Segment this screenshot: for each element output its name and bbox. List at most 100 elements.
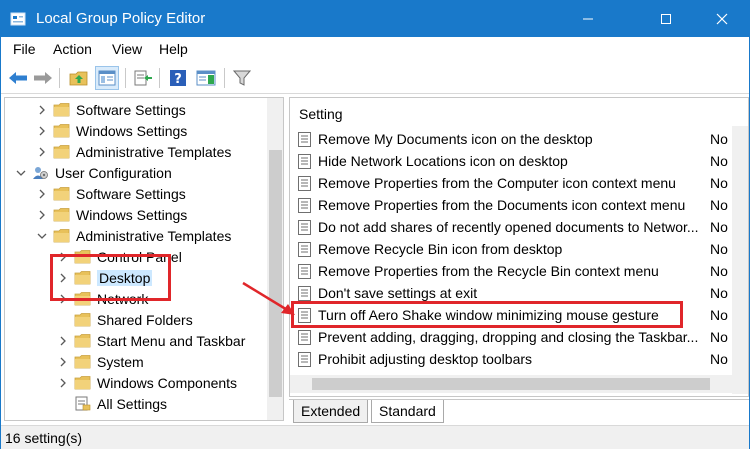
menu-view[interactable]: View bbox=[112, 41, 142, 57]
show-pane-button[interactable] bbox=[194, 66, 218, 90]
minimize-icon bbox=[583, 18, 593, 20]
minimize-button[interactable] bbox=[565, 1, 611, 37]
folder-icon bbox=[74, 355, 91, 369]
chevron-right-icon[interactable] bbox=[36, 209, 48, 221]
toolbar-separator bbox=[159, 68, 160, 88]
tree-item[interactable]: Administrative Templates bbox=[5, 142, 267, 163]
setting-row[interactable]: Do not add shares of recently opened doc… bbox=[290, 216, 748, 238]
title-bar: Local Group Policy Editor bbox=[1, 1, 749, 37]
folder-icon bbox=[53, 145, 70, 159]
tab-extended[interactable]: Extended bbox=[293, 400, 369, 423]
menu-bar: File Action View Help bbox=[1, 37, 749, 61]
window-title: Local Group Policy Editor bbox=[36, 10, 206, 27]
tree-item[interactable]: Windows Settings bbox=[5, 121, 267, 142]
policy-setting-icon bbox=[298, 330, 311, 345]
chevron-right-icon[interactable] bbox=[57, 377, 69, 389]
tree-item[interactable]: Administrative Templates bbox=[5, 226, 267, 247]
show-hide-tree-button[interactable] bbox=[95, 66, 119, 90]
toolbar: ? bbox=[1, 62, 749, 94]
setting-highlight-box bbox=[291, 301, 683, 328]
tree-item-label: System bbox=[97, 354, 144, 370]
setting-state: No bbox=[710, 263, 728, 279]
setting-row[interactable]: Remove My Documents icon on the desktop N… bbox=[290, 128, 748, 150]
setting-row[interactable]: Prevent adding, dragging, dropping and c… bbox=[290, 326, 748, 348]
tree-item[interactable]: User Configuration bbox=[5, 163, 267, 184]
policy-setting-icon bbox=[298, 286, 311, 301]
tree-scroll-thumb[interactable] bbox=[269, 150, 282, 397]
setting-row[interactable]: Remove Properties from the Documents ico… bbox=[290, 194, 748, 216]
tree-item-label: Administrative Templates bbox=[76, 144, 232, 160]
list-horizontal-scrollbar[interactable] bbox=[290, 375, 732, 393]
setting-name: Prohibit adjusting desktop toolbars bbox=[318, 351, 533, 367]
setting-row[interactable]: Prohibit adjusting desktop toolbars No bbox=[290, 348, 748, 370]
user-configuration-icon bbox=[33, 167, 48, 179]
filter-button[interactable] bbox=[230, 66, 254, 90]
tree-item[interactable]: Shared Folders bbox=[5, 310, 267, 331]
list-vertical-scrollbar[interactable] bbox=[732, 126, 748, 394]
group-policy-app-icon bbox=[10, 12, 26, 26]
folder-icon bbox=[53, 103, 70, 117]
close-icon bbox=[716, 13, 728, 25]
forward-button[interactable] bbox=[31, 66, 55, 90]
view-tabs: Extended Standard bbox=[289, 399, 749, 423]
tree-item-label: Windows Settings bbox=[76, 207, 188, 223]
help-icon: ? bbox=[170, 70, 186, 87]
back-button[interactable] bbox=[6, 66, 30, 90]
tree-vertical-scrollbar[interactable] bbox=[267, 98, 283, 420]
chevron-right-icon[interactable] bbox=[36, 125, 48, 137]
column-header-setting[interactable]: Setting bbox=[299, 106, 343, 122]
setting-state: No bbox=[710, 131, 728, 147]
policy-setting-icon bbox=[298, 198, 311, 213]
help-button[interactable]: ? bbox=[166, 66, 190, 90]
up-one-level-button[interactable] bbox=[67, 66, 91, 90]
tree-item[interactable]: System bbox=[5, 352, 267, 373]
close-button[interactable] bbox=[699, 1, 745, 37]
show-hide-tree-icon bbox=[98, 70, 116, 86]
setting-row[interactable]: Remove Properties from the Computer icon… bbox=[290, 172, 748, 194]
forward-arrow-icon bbox=[34, 72, 52, 84]
setting-row[interactable]: Remove Properties from the Recycle Bin c… bbox=[290, 260, 748, 282]
setting-state: No bbox=[710, 197, 728, 213]
chevron-right-icon[interactable] bbox=[36, 188, 48, 200]
chevron-down-icon[interactable] bbox=[36, 230, 48, 242]
chevron-right-icon[interactable] bbox=[36, 146, 48, 158]
tree-item-label: Shared Folders bbox=[97, 312, 193, 328]
tree-item[interactable]: Software Settings bbox=[5, 184, 267, 205]
tree-item-label: User Configuration bbox=[55, 165, 172, 181]
tree-item[interactable]: Windows Components bbox=[5, 373, 267, 394]
chevron-right-icon[interactable] bbox=[57, 356, 69, 368]
settings-list-pane: Setting Remove My Documents icon on the … bbox=[289, 97, 749, 397]
tree-item[interactable]: All Settings bbox=[5, 394, 267, 415]
tree-item[interactable]: Windows Settings bbox=[5, 205, 267, 226]
tree-item-label: Windows Settings bbox=[76, 123, 188, 139]
export-list-button[interactable] bbox=[131, 66, 155, 90]
tab-standard[interactable]: Standard bbox=[371, 400, 444, 423]
tree-item-label: All Settings bbox=[97, 396, 168, 412]
policy-setting-icon bbox=[298, 352, 311, 367]
menu-help[interactable]: Help bbox=[159, 41, 188, 57]
chevron-right-icon[interactable] bbox=[57, 335, 69, 347]
chevron-down-icon[interactable] bbox=[15, 167, 27, 179]
maximize-button[interactable] bbox=[643, 1, 689, 37]
annotation-arrow bbox=[242, 281, 295, 315]
folder-icon bbox=[53, 229, 70, 243]
back-arrow-icon bbox=[9, 72, 27, 84]
chevron-right-icon[interactable] bbox=[36, 104, 48, 116]
menu-file[interactable]: File bbox=[13, 41, 36, 57]
policy-setting-icon bbox=[298, 264, 311, 279]
tree-item-label: Software Settings bbox=[76, 102, 186, 118]
folder-icon bbox=[53, 208, 70, 222]
list-hscroll-thumb[interactable] bbox=[312, 378, 710, 390]
setting-state: No bbox=[710, 219, 728, 235]
toolbar-separator bbox=[125, 68, 126, 88]
folder-icon bbox=[74, 334, 91, 348]
tree-item[interactable]: Start Menu and Taskbar bbox=[5, 331, 267, 352]
tree-item[interactable]: Software Settings bbox=[5, 100, 267, 121]
setting-row[interactable]: Remove Recycle Bin icon from desktop No bbox=[290, 238, 748, 260]
setting-row[interactable]: Hide Network Locations icon on desktop No bbox=[290, 150, 748, 172]
setting-state: No bbox=[710, 153, 728, 169]
policy-setting-icon bbox=[298, 176, 311, 191]
menu-action[interactable]: Action bbox=[53, 41, 92, 57]
setting-name: Prevent adding, dragging, dropping and c… bbox=[318, 329, 699, 345]
svg-text:?: ? bbox=[174, 72, 182, 87]
